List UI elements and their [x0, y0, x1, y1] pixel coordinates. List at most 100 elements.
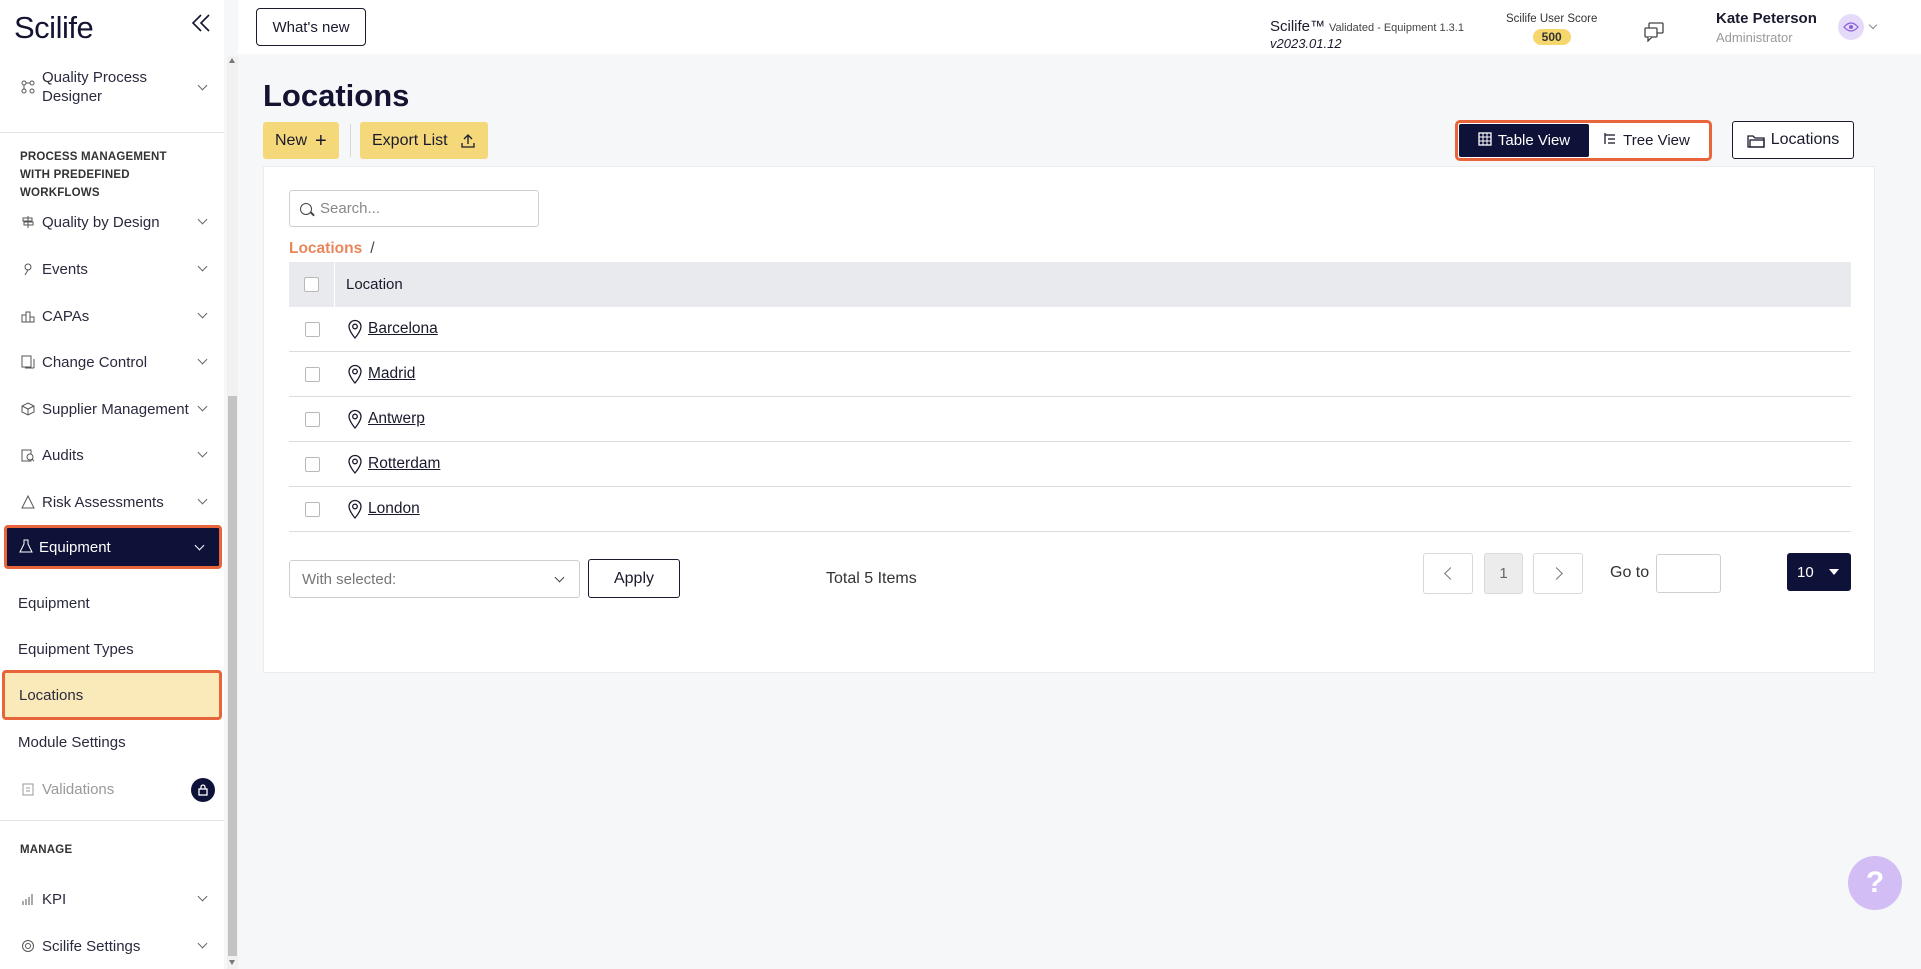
plus-icon: + [315, 129, 327, 152]
upload-icon [460, 133, 476, 149]
row-checkbox[interactable] [304, 321, 320, 337]
chevron-down-icon [197, 494, 208, 505]
score-badge: 500 [1532, 29, 1571, 45]
location-pin-icon [346, 364, 364, 384]
chevron-down-icon [197, 401, 208, 412]
sidebar-item-supplier-management[interactable]: Supplier Management [0, 389, 224, 429]
chevron-down-icon [194, 540, 205, 551]
new-button[interactable]: New + [263, 122, 339, 159]
avatar[interactable] [1838, 14, 1864, 40]
location-pin-icon [346, 319, 364, 339]
sidebar-item-kpi[interactable]: KPI [0, 879, 224, 919]
row-checkbox[interactable] [304, 411, 320, 427]
user-menu[interactable]: Kate Peterson Administrator [1716, 10, 1817, 45]
table-row: Rotterdam [289, 442, 1851, 487]
location-pin-icon [346, 499, 364, 519]
sidebar-subitem-equipment[interactable]: Equipment [0, 583, 224, 623]
sidebar-item-audits[interactable]: Audits [0, 435, 224, 475]
sidebar-item-equipment[interactable]: Equipment [4, 525, 222, 569]
scrollbar-thumb[interactable] [228, 396, 237, 956]
chart-icon [20, 891, 36, 907]
capa-icon [20, 308, 36, 324]
previous-page-button[interactable] [1423, 553, 1473, 594]
page-number-button[interactable]: 1 [1484, 553, 1523, 594]
tree-view-label: Tree View [1623, 132, 1690, 149]
chevron-down-icon [197, 80, 208, 91]
export-list-button[interactable]: Export List [360, 122, 488, 159]
sidebar-item-risk-assessments[interactable]: Risk Assessments [0, 482, 224, 522]
next-page-button[interactable] [1533, 553, 1583, 594]
help-button[interactable]: ? [1848, 856, 1902, 910]
view-toggle: Table View Tree View [1455, 120, 1712, 161]
sidebar-nav: Quality Process Designer PROCESS MANAGEM… [0, 56, 224, 969]
row-checkbox[interactable] [304, 366, 320, 382]
sidebar-item-label: Scilife Settings [42, 937, 141, 955]
product-name: Scilife™ [1270, 18, 1326, 35]
location-link[interactable]: Barcelona [368, 320, 438, 338]
export-button-label: Export List [372, 131, 448, 149]
chevron-left-icon [1443, 567, 1457, 580]
scroll-down-icon[interactable] [229, 960, 235, 965]
divider [0, 820, 224, 821]
row-checkbox[interactable] [304, 501, 320, 517]
table-icon [1478, 132, 1492, 149]
location-link[interactable]: Antwerp [368, 410, 425, 428]
row-checkbox[interactable] [304, 456, 320, 472]
apply-button[interactable]: Apply [588, 559, 680, 598]
lock-icon [191, 778, 215, 802]
page-size-select[interactable]: 10 [1787, 553, 1851, 591]
settings-icon [20, 938, 36, 954]
sidebar-item-label: Validations [42, 780, 115, 798]
location-link[interactable]: Rotterdam [368, 455, 440, 473]
bulk-action-select[interactable]: With selected: [289, 560, 580, 598]
breadcrumb: Locations / [289, 240, 375, 258]
search-box[interactable] [289, 190, 539, 227]
table-row: Madrid [289, 352, 1851, 397]
sidebar-item-change-control[interactable]: Change Control [0, 342, 224, 382]
locations-button[interactable]: Locations [1732, 121, 1854, 159]
sidebar-item-quality-process-designer[interactable]: Quality Process Designer [0, 62, 224, 112]
sidebar-item-capas[interactable]: CAPAs [0, 296, 224, 336]
new-button-label: New [275, 131, 308, 149]
sidebar-subitem-equipment-types[interactable]: Equipment Types [0, 629, 224, 669]
sidebar-item-label: Events [42, 260, 88, 278]
table-row: Barcelona [289, 307, 1851, 352]
user-role: Administrator [1716, 30, 1793, 45]
sidebar-subitem-locations[interactable]: Locations [2, 670, 222, 720]
clipboard-search-icon [20, 447, 36, 463]
sidebar-item-label: Change Control [42, 353, 148, 371]
goto-page-input[interactable] [1656, 554, 1721, 593]
sidebar-subitem-module-settings[interactable]: Module Settings [0, 722, 224, 762]
chat-icon[interactable] [1643, 22, 1665, 43]
select-all-checkbox[interactable] [304, 277, 319, 292]
sidebar-scrollbar[interactable] [227, 56, 238, 969]
sidebar-item-label: CAPAs [42, 307, 90, 325]
breadcrumb-locations[interactable]: Locations [289, 240, 362, 257]
collapse-sidebar-icon[interactable] [190, 12, 214, 40]
tree-icon [1603, 132, 1617, 149]
whats-new-button[interactable]: What's new [256, 8, 366, 46]
sidebar-item-label: Quality by Design [42, 213, 160, 231]
flask-icon [19, 539, 33, 556]
user-name: Kate Peterson [1716, 10, 1817, 27]
column-header-location[interactable]: Location [335, 276, 403, 293]
sidebar-item-events[interactable]: Events [0, 249, 224, 289]
tree-view-button[interactable]: Tree View [1589, 124, 1704, 157]
signpost-icon [20, 214, 36, 230]
locations-table: Location Barcelona Madrid Antwerp Rotter… [289, 262, 1851, 532]
chevron-down-icon [197, 447, 208, 458]
location-link[interactable]: London [368, 500, 420, 518]
scroll-up-icon[interactable] [229, 58, 235, 63]
section-label-process: PROCESS MANAGEMENT WITH PREDEFINED WORKF… [20, 151, 167, 199]
location-link[interactable]: Madrid [368, 365, 415, 383]
chevron-right-icon [1549, 567, 1563, 580]
table-view-button[interactable]: Table View [1459, 124, 1589, 157]
search-icon [300, 202, 312, 215]
clipboard-icon [20, 781, 36, 797]
sidebar-item-quality-by-design[interactable]: Quality by Design [0, 202, 224, 242]
search-input[interactable] [320, 200, 520, 217]
table-row: London [289, 487, 1851, 532]
chevron-down-icon [197, 891, 208, 902]
validated-label: Validated - Equipment 1.3.1 [1329, 22, 1464, 34]
sidebar-item-scilife-settings[interactable]: Scilife Settings [0, 926, 224, 966]
